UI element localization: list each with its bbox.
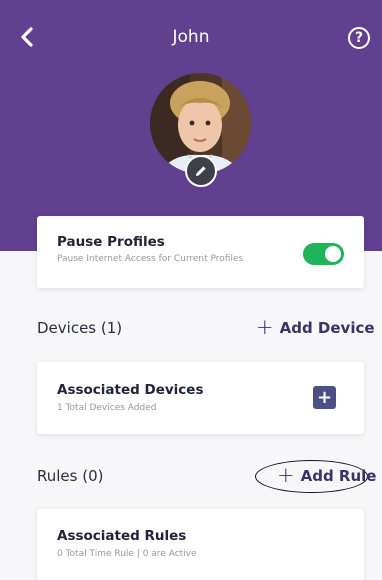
add-rule-button[interactable]: + Add Rule xyxy=(277,465,376,486)
associated-devices-subtitle: 1 Total Devices Added xyxy=(57,403,157,413)
add-rule-label: Add Rule xyxy=(300,466,377,485)
pencil-icon xyxy=(196,166,206,176)
add-device-square-button[interactable]: + xyxy=(313,386,336,409)
profile-header: John ? xyxy=(0,0,382,251)
help-button[interactable]: ? xyxy=(348,27,370,49)
associated-rules-card[interactable]: Associated Rules 0 Total Time Rule | 0 a… xyxy=(37,509,364,580)
rules-section-title: Rules (0) xyxy=(37,467,104,485)
plus-icon: + xyxy=(256,315,274,339)
add-device-button[interactable]: + Add Device xyxy=(256,317,375,338)
pause-profiles-subtitle: Pause Internet Access for Current Profil… xyxy=(57,254,244,264)
page-title: John xyxy=(172,27,210,47)
pause-profiles-toggle[interactable] xyxy=(303,243,344,265)
help-icon: ? xyxy=(354,30,364,46)
pause-profiles-title: Pause Profiles xyxy=(57,234,165,250)
add-device-label: Add Device xyxy=(279,318,375,337)
associated-devices-card[interactable]: Associated Devices 1 Total Devices Added… xyxy=(37,362,364,434)
plus-icon: + xyxy=(277,463,295,487)
toggle-knob xyxy=(325,246,341,262)
edit-avatar-button[interactable] xyxy=(185,155,217,187)
pause-profiles-card: Pause Profiles Pause Internet Access for… xyxy=(37,216,364,288)
associated-devices-title: Associated Devices xyxy=(57,382,204,398)
plus-icon: + xyxy=(316,387,333,408)
devices-section-title: Devices (1) xyxy=(37,319,123,337)
associated-rules-title: Associated Rules xyxy=(57,528,187,544)
associated-rules-subtitle: 0 Total Time Rule | 0 are Active xyxy=(57,549,197,559)
